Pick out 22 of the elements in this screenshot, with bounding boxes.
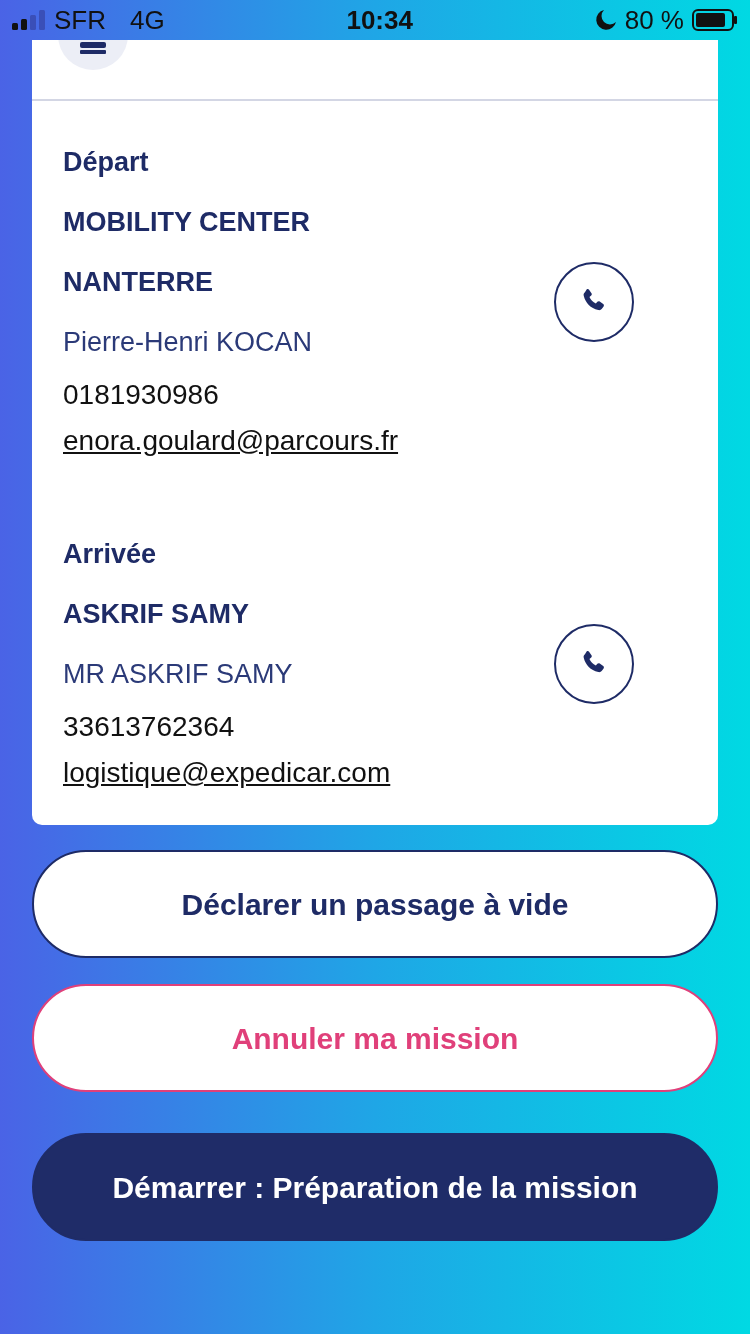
contact-label: Arrivée (63, 538, 158, 571)
carrier-name: SFR (54, 3, 106, 37)
cancel-button[interactable]: Annuler ma mission (32, 984, 718, 1092)
battery-percent: 80 % (624, 3, 684, 37)
phone-number: 0181930986 (63, 378, 220, 412)
email-link[interactable]: enora.goulard@parcours.fr (63, 425, 399, 456)
company-name: MOBILITY CENTER (63, 206, 311, 239)
company-name: ASKRIF SAMY (63, 598, 250, 631)
clock-time: 10:34 (346, 3, 413, 37)
phone-number: 33613762364 (63, 710, 236, 744)
contact-person: MR ASKRIF SAMY (63, 658, 294, 691)
tray-icon (78, 41, 108, 54)
network-type: 4G (130, 3, 165, 37)
email-link[interactable]: logistique@expedicar.com (63, 757, 391, 788)
company-name: NANTERRE (63, 266, 214, 299)
moon-icon (594, 9, 617, 31)
battery-icon (692, 9, 738, 31)
start-button[interactable]: Démarrer : Préparation de la mission (32, 1133, 718, 1241)
contact-label: Départ (63, 146, 150, 179)
contact-person: Pierre-Henri KOCAN (63, 326, 314, 359)
signal-icon (12, 10, 46, 30)
empty-pass-button[interactable]: Déclarer un passage à vide (32, 850, 718, 958)
